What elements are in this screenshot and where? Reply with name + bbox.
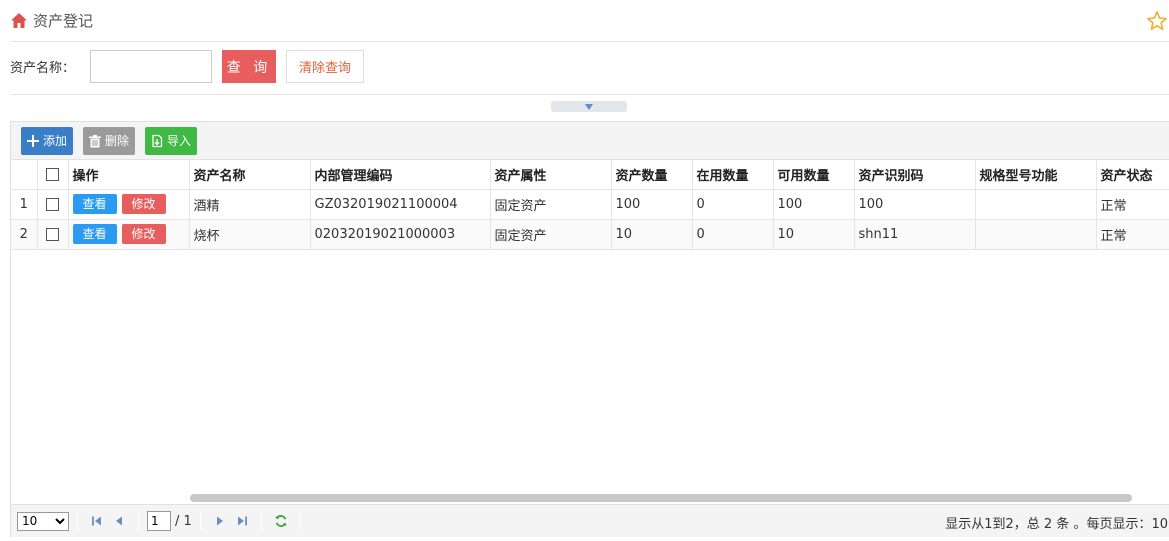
next-page-icon[interactable] <box>213 514 227 528</box>
add-button-label: 添加 <box>43 134 68 148</box>
row-number: 2 <box>11 219 38 250</box>
pager-separator <box>138 512 139 530</box>
cell-asset-qty: 10 <box>611 219 693 250</box>
cell-internal-code: GZ032019021100004 <box>310 189 491 220</box>
cell-status: 正常 <box>1096 219 1169 250</box>
row-checkbox-cell <box>37 219 69 250</box>
collapse-handle[interactable] <box>551 101 627 112</box>
row-number: 1 <box>11 189 38 220</box>
asset-name-input[interactable] <box>90 50 212 83</box>
table-row[interactable]: 1 查看 修改 酒精 GZ032019021100004 固定资产 100 0 1… <box>11 189 1169 220</box>
delete-button-label: 删除 <box>105 134 130 148</box>
horizontal-scrollbar[interactable] <box>190 494 1132 502</box>
cell-asset-name: 烧杯 <box>189 219 311 250</box>
column-header[interactable]: 资产数量 <box>611 160 693 190</box>
total-pages: / 1 <box>175 513 192 529</box>
cell-ident-code: 100 <box>854 189 976 220</box>
last-page-icon[interactable] <box>235 514 249 528</box>
divider <box>10 94 1169 95</box>
column-header[interactable]: 操作 <box>68 160 190 190</box>
star-icon[interactable] <box>1146 10 1168 32</box>
asset-table: 操作 资产名称 内部管理编码 资产属性 资产数量 在用数量 可用数量 资产识别码… <box>11 160 1169 250</box>
pager-separator <box>199 512 201 530</box>
clear-query-button[interactable]: 清除查询 <box>286 50 364 83</box>
cell-asset-attr: 固定资产 <box>490 189 612 220</box>
row-checkbox[interactable] <box>46 197 59 211</box>
column-header[interactable]: 资产属性 <box>490 160 612 190</box>
home-icon[interactable] <box>10 12 28 30</box>
column-header[interactable]: 规格型号功能 <box>975 160 1097 190</box>
select-all-checkbox[interactable] <box>46 167 59 181</box>
delete-button[interactable]: 删除 <box>83 126 136 155</box>
cell-spec <box>975 219 1097 250</box>
refresh-icon[interactable] <box>274 514 288 528</box>
column-header[interactable]: 资产识别码 <box>854 160 976 190</box>
page-size-select[interactable]: 10 <box>17 511 69 531</box>
cell-ident-code: shn11 <box>854 219 976 250</box>
caret-down-icon <box>585 103 593 110</box>
page-title: 资产登记 <box>33 12 94 30</box>
cell-asset-name: 酒精 <box>189 189 311 220</box>
first-page-icon[interactable] <box>90 514 104 528</box>
column-header[interactable]: 资产名称 <box>189 160 311 190</box>
trash-icon <box>89 134 102 147</box>
view-button[interactable]: 查看 <box>72 224 117 244</box>
row-number-header <box>11 160 38 190</box>
search-row: 资产名称： 查 询 清除查询 <box>10 50 364 83</box>
import-button[interactable]: 导入 <box>145 126 198 155</box>
cell-asset-qty: 100 <box>611 189 693 220</box>
cell-status: 正常 <box>1096 189 1169 220</box>
query-button[interactable]: 查 询 <box>222 50 276 83</box>
column-header[interactable]: 资产状态 <box>1096 160 1169 190</box>
actions-cell: 查看 修改 <box>68 219 190 250</box>
column-header[interactable]: 在用数量 <box>692 160 774 190</box>
grid-toolbar: 添加 删除 导入 <box>11 122 1169 160</box>
cell-in-use-qty: 0 <box>692 219 774 250</box>
edit-button[interactable]: 修改 <box>121 194 166 214</box>
row-checkbox[interactable] <box>46 227 59 241</box>
current-page-input[interactable] <box>147 511 171 531</box>
pager-separator <box>77 512 78 530</box>
cell-in-use-qty: 0 <box>692 189 774 220</box>
add-button[interactable]: 添加 <box>21 126 74 155</box>
cell-available-qty: 10 <box>773 219 855 250</box>
cell-available-qty: 100 <box>773 189 855 220</box>
data-grid: 添加 删除 导入 操作 资产名称 内部管理编码 资产属性 资产数量 在用数量 可… <box>10 121 1169 537</box>
pager-separator <box>260 512 262 530</box>
table-header-row: 操作 资产名称 内部管理编码 资产属性 资产数量 在用数量 可用数量 资产识别码… <box>11 160 1169 190</box>
title-bar: 资产登记 <box>10 0 1169 42</box>
prev-page-icon[interactable] <box>112 514 126 528</box>
column-header[interactable]: 内部管理编码 <box>310 160 491 190</box>
pager-separator <box>299 512 301 530</box>
column-header[interactable]: 可用数量 <box>773 160 855 190</box>
pagination-bar: 10 / 1 显示从1到2，总 2 条 。每页显示：10 <box>11 504 1169 537</box>
row-checkbox-cell <box>37 189 69 220</box>
plus-icon <box>27 134 39 147</box>
pagination-info: 显示从1到2，总 2 条 。每页显示：10 <box>945 517 1168 532</box>
cell-spec <box>975 189 1097 220</box>
cell-internal-code: 02032019021000003 <box>310 219 491 250</box>
import-button-label: 导入 <box>167 134 192 148</box>
asset-name-label: 资产名称： <box>10 61 76 76</box>
import-file-icon <box>152 134 163 147</box>
select-all-header <box>37 160 69 190</box>
cell-asset-attr: 固定资产 <box>490 219 612 250</box>
actions-cell: 查看 修改 <box>68 189 190 220</box>
table-row[interactable]: 2 查看 修改 烧杯 02032019021000003 固定资产 10 0 10… <box>11 219 1169 250</box>
edit-button[interactable]: 修改 <box>121 224 166 244</box>
view-button[interactable]: 查看 <box>72 194 117 214</box>
